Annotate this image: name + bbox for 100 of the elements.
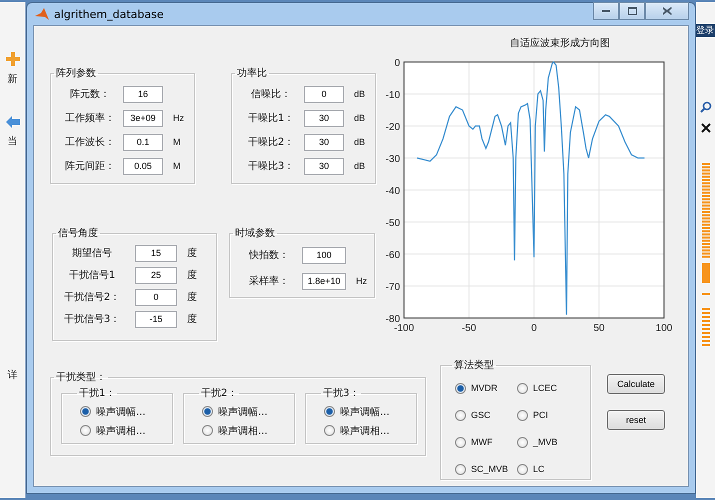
y-tick-label: 0 — [394, 58, 400, 69]
input-field[interactable]: 16 — [123, 86, 163, 102]
field-label: 干噪比2： — [246, 136, 296, 149]
field-label: 工作波长： — [64, 136, 116, 149]
unit-label: dB — [354, 137, 366, 147]
input-field[interactable]: 30 — [304, 110, 344, 126]
unit-label: 度 — [187, 246, 197, 260]
radio-button[interactable] — [324, 406, 335, 417]
y-tick-label: -60 — [386, 250, 400, 261]
maximize-button[interactable] — [619, 2, 645, 20]
close-button[interactable] — [645, 2, 689, 20]
unit-label: dB — [354, 161, 366, 171]
radio-button[interactable] — [517, 464, 528, 474]
radio-label: LCEC — [533, 383, 558, 393]
action-button[interactable]: Calculate — [607, 374, 665, 394]
group-title: 时域参数 — [234, 226, 276, 240]
radio-label: SC_MVB — [471, 464, 508, 474]
radio-label: 噪声调幅... — [218, 406, 268, 418]
field-label: 期望信号 — [71, 246, 113, 260]
group-title: 阵列参数 — [55, 66, 97, 80]
field-label: 干噪比1： — [246, 112, 296, 125]
field-label: 快拍数： — [248, 248, 290, 262]
minimize-icon — [602, 10, 610, 12]
app-logo-icon — [35, 7, 49, 21]
field-label: 阵元数： — [69, 88, 111, 101]
radio-button[interactable] — [455, 464, 466, 474]
x-tick-label: -100 — [394, 323, 414, 334]
group-title: 干扰1： — [78, 386, 116, 400]
radio-label: LC — [533, 464, 545, 474]
field-label: 采样率： — [248, 274, 290, 288]
radio-button[interactable] — [202, 406, 213, 417]
field-label: 工作频率： — [64, 112, 116, 125]
close-icon — [662, 7, 672, 15]
close-icon[interactable] — [700, 123, 710, 133]
field-label: 干扰信号1 — [68, 268, 116, 282]
input-field[interactable]: 25 — [135, 266, 177, 284]
radio-label: 噪声调幅... — [96, 406, 146, 418]
unit-label: 度 — [187, 268, 197, 282]
radio-label: MVDR — [471, 383, 498, 393]
window-title: algrithem_database — [54, 8, 165, 20]
y-tick-label: -70 — [386, 282, 400, 293]
y-tick-label: -40 — [386, 186, 400, 197]
unit-label: Hz — [356, 276, 367, 286]
input-field[interactable]: -15 — [135, 310, 177, 328]
radio-button[interactable] — [455, 410, 466, 420]
unit-label: M — [173, 137, 180, 147]
input-field[interactable]: 15 — [135, 244, 177, 262]
input-field[interactable]: 0.1 — [123, 134, 163, 150]
input-field[interactable]: 1.8e+10 — [302, 272, 346, 290]
group-title: 干扰类型： — [55, 370, 107, 384]
chart-title: 自适应波束形成方向图 — [510, 36, 610, 50]
group-title: 算法类型 — [453, 358, 495, 372]
unit-label: 度 — [187, 290, 197, 304]
toolbar-label: 新 — [8, 72, 18, 86]
radio-button[interactable] — [80, 425, 91, 436]
radio-button[interactable] — [202, 425, 213, 436]
input-field[interactable]: 0 — [135, 288, 177, 306]
unit-label: M — [173, 161, 180, 171]
radio-label: 噪声调相... — [96, 424, 146, 438]
radio-button[interactable] — [517, 436, 528, 448]
radio-label: 噪声调相... — [340, 424, 390, 438]
y-tick-label: -80 — [386, 314, 400, 325]
input-field[interactable]: 0.05 — [123, 158, 163, 174]
y-tick-label: -30 — [386, 154, 400, 165]
group-title: 功率比 — [236, 66, 268, 80]
radio-button[interactable] — [324, 425, 335, 436]
search-icon[interactable] — [700, 101, 712, 113]
y-tick-label: -50 — [386, 218, 400, 229]
group-title: 信号角度 — [57, 226, 99, 240]
panel-label: 详 — [8, 368, 18, 382]
y-tick-label: -10 — [386, 90, 400, 101]
radio-button[interactable] — [455, 436, 466, 448]
radio-button[interactable] — [455, 382, 466, 394]
plus-icon[interactable] — [6, 52, 20, 66]
input-field[interactable]: 100 — [302, 246, 346, 264]
group-title: 干扰3： — [322, 386, 360, 400]
radio-label: GSC — [471, 410, 491, 420]
radio-button[interactable] — [80, 406, 91, 417]
x-tick-label: -50 — [462, 323, 476, 334]
input-field[interactable]: 30 — [304, 134, 344, 150]
unit-label: Hz — [173, 113, 184, 123]
field-label: 阵元间距： — [64, 160, 116, 173]
input-field[interactable]: 0 — [304, 86, 344, 102]
field-label: 干扰信号2： — [62, 290, 122, 304]
radio-button[interactable] — [517, 410, 528, 420]
radio-button[interactable] — [517, 382, 528, 394]
radio-label: 噪声调相... — [218, 424, 268, 438]
radio-label: _MVB — [533, 437, 558, 447]
login-label: 登录 — [696, 24, 715, 37]
radio-label: PCI — [533, 410, 548, 420]
back-arrow-icon[interactable] — [6, 116, 20, 128]
input-field[interactable]: 3e+09 — [123, 110, 163, 126]
field-label: 干噪比3： — [246, 160, 296, 173]
input-field[interactable]: 30 — [304, 158, 344, 174]
field-label: 信噪比： — [250, 88, 292, 101]
unit-label: 度 — [187, 312, 197, 326]
x-tick-label: 100 — [656, 323, 672, 334]
minimize-button[interactable] — [593, 2, 619, 20]
action-button[interactable]: reset — [607, 410, 665, 430]
unit-label: dB — [354, 113, 366, 123]
